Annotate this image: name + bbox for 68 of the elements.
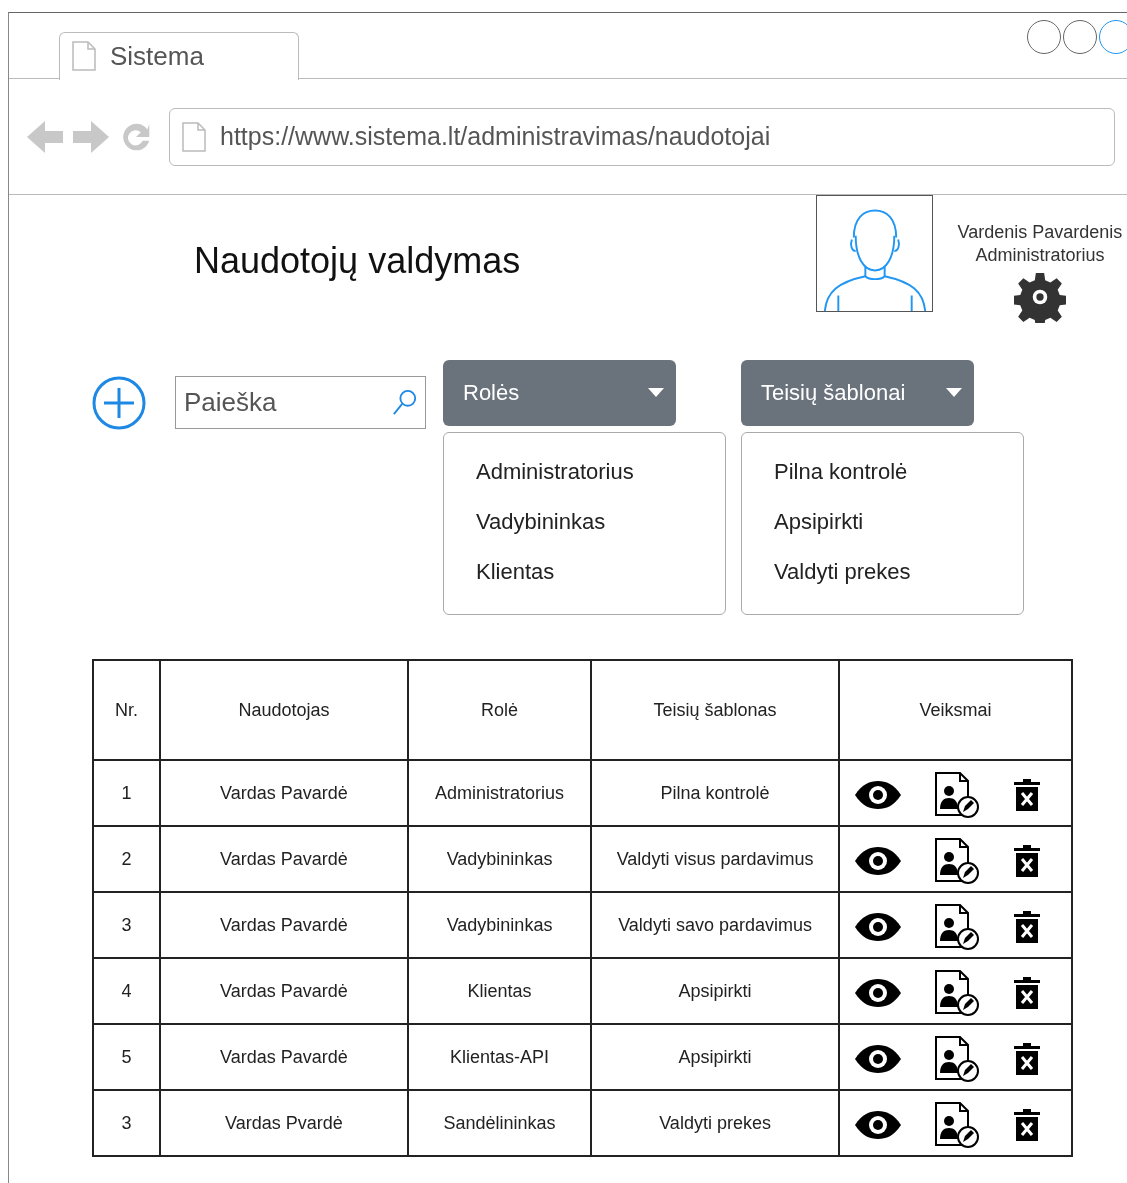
view-icon[interactable] [854, 780, 903, 810]
address-bar[interactable]: https://www.sistema.lt/administravimas/naudotojai [169, 107, 1115, 166]
trash-icon[interactable] [1013, 1107, 1041, 1143]
table-cell: Vadybininkas [408, 892, 591, 958]
table-cell: 1 [93, 760, 160, 826]
caret-icon [648, 388, 664, 398]
user-name: Vardenis Pavardenis [957, 221, 1123, 244]
table-cell: 4 [93, 958, 160, 1024]
menu-item[interactable]: Valdyti prekes [774, 559, 1023, 609]
table-cell: Valdyti savo pardavimus [590, 892, 840, 958]
table-cell: Pilna kontrolė [590, 760, 840, 826]
edit-user-icon[interactable] [933, 771, 982, 819]
search-field[interactable]: Paieška [175, 376, 426, 429]
column-header: Rolė [408, 660, 591, 760]
page-icon [72, 41, 96, 71]
table-cell: Sandėlininkas [408, 1090, 591, 1156]
menu-item[interactable]: Apsipirkti [774, 509, 1023, 559]
table-cell: Vardas Pvardė [159, 1090, 409, 1156]
column-header: Teisių šablonas [590, 660, 840, 760]
table-cell: Apsipirkti [590, 1024, 840, 1090]
table-cell: Vadybininkas [408, 826, 591, 892]
view-icon[interactable] [854, 1110, 903, 1140]
table-cell: 5 [93, 1024, 160, 1090]
view-icon[interactable] [854, 912, 903, 942]
column-header: Nr. [93, 660, 160, 760]
caret-icon [946, 388, 962, 398]
column-header: Veiksmai [839, 660, 1072, 760]
edit-user-icon[interactable] [933, 969, 982, 1017]
search-icon [392, 388, 418, 416]
table-cell: 2 [93, 826, 160, 892]
page-title: Naudotojų valdymas [194, 240, 521, 283]
page-icon [182, 121, 206, 152]
edit-user-icon[interactable] [933, 903, 982, 951]
menu-item[interactable]: Vadybininkas [476, 509, 725, 559]
table-cell: 3 [93, 1090, 160, 1156]
menu-item[interactable]: Pilna kontrolė [774, 459, 1023, 509]
view-icon[interactable] [854, 1044, 903, 1074]
table-cell: Klientas [408, 958, 591, 1024]
menu-item[interactable]: Klientas [476, 559, 725, 609]
settings-icon[interactable] [1014, 271, 1066, 323]
table-cell: 3 [93, 892, 160, 958]
add-icon[interactable] [92, 376, 146, 430]
table-cell: Klientas-API [408, 1024, 591, 1090]
table-cell: Vardas Pavardė [159, 1024, 409, 1090]
table-cell: Apsipirkti [590, 958, 840, 1024]
table-cell: Administratorius [408, 760, 591, 826]
dropdown-button[interactable]: Teisių šablonai [741, 360, 974, 426]
edit-user-icon[interactable] [933, 1035, 982, 1083]
trash-icon[interactable] [1013, 1041, 1041, 1077]
menu-item[interactable]: Administratorius [476, 459, 725, 509]
table-cell: Vardas Pavardė [159, 760, 409, 826]
table-cell: Valdyti prekes [590, 1090, 840, 1156]
browser-tab[interactable]: Sistema [59, 31, 299, 80]
table-cell: Vardas Pavardė [159, 958, 409, 1024]
user-role: Administratorius [975, 244, 1105, 267]
trash-icon[interactable] [1013, 975, 1041, 1011]
trash-icon[interactable] [1013, 843, 1041, 879]
view-icon[interactable] [854, 846, 903, 876]
dropdown-button[interactable]: Rolės [443, 360, 676, 426]
trash-icon[interactable] [1013, 909, 1041, 945]
edit-user-icon[interactable] [933, 1101, 982, 1149]
view-icon[interactable] [854, 978, 903, 1008]
column-header: Naudotojas [159, 660, 409, 760]
trash-icon[interactable] [1013, 777, 1041, 813]
table-cell: Vardas Pavardė [159, 892, 409, 958]
table-cell: Valdyti visus pardavimus [590, 826, 840, 892]
table-cell: Vardas Pavardė [159, 826, 409, 892]
edit-user-icon[interactable] [933, 837, 982, 885]
